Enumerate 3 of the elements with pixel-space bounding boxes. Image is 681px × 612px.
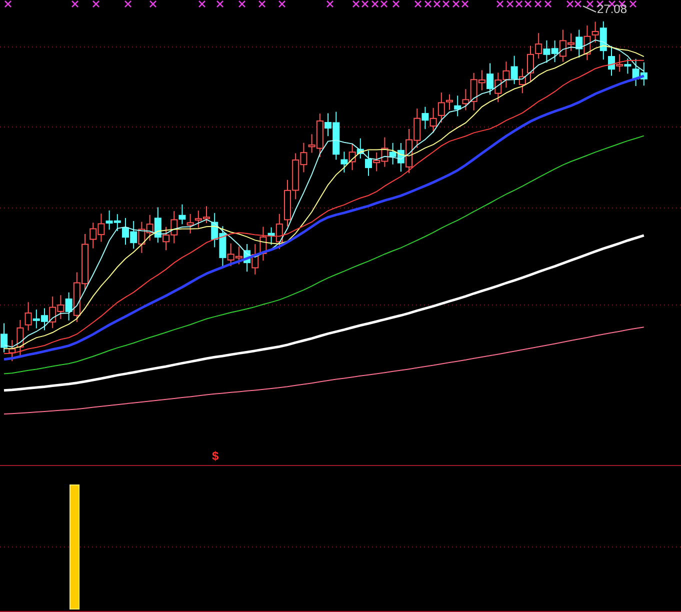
high-price-label: 27.08: [597, 2, 628, 16]
signal-mark: $: [212, 449, 219, 463]
leader-line: [582, 6, 596, 12]
